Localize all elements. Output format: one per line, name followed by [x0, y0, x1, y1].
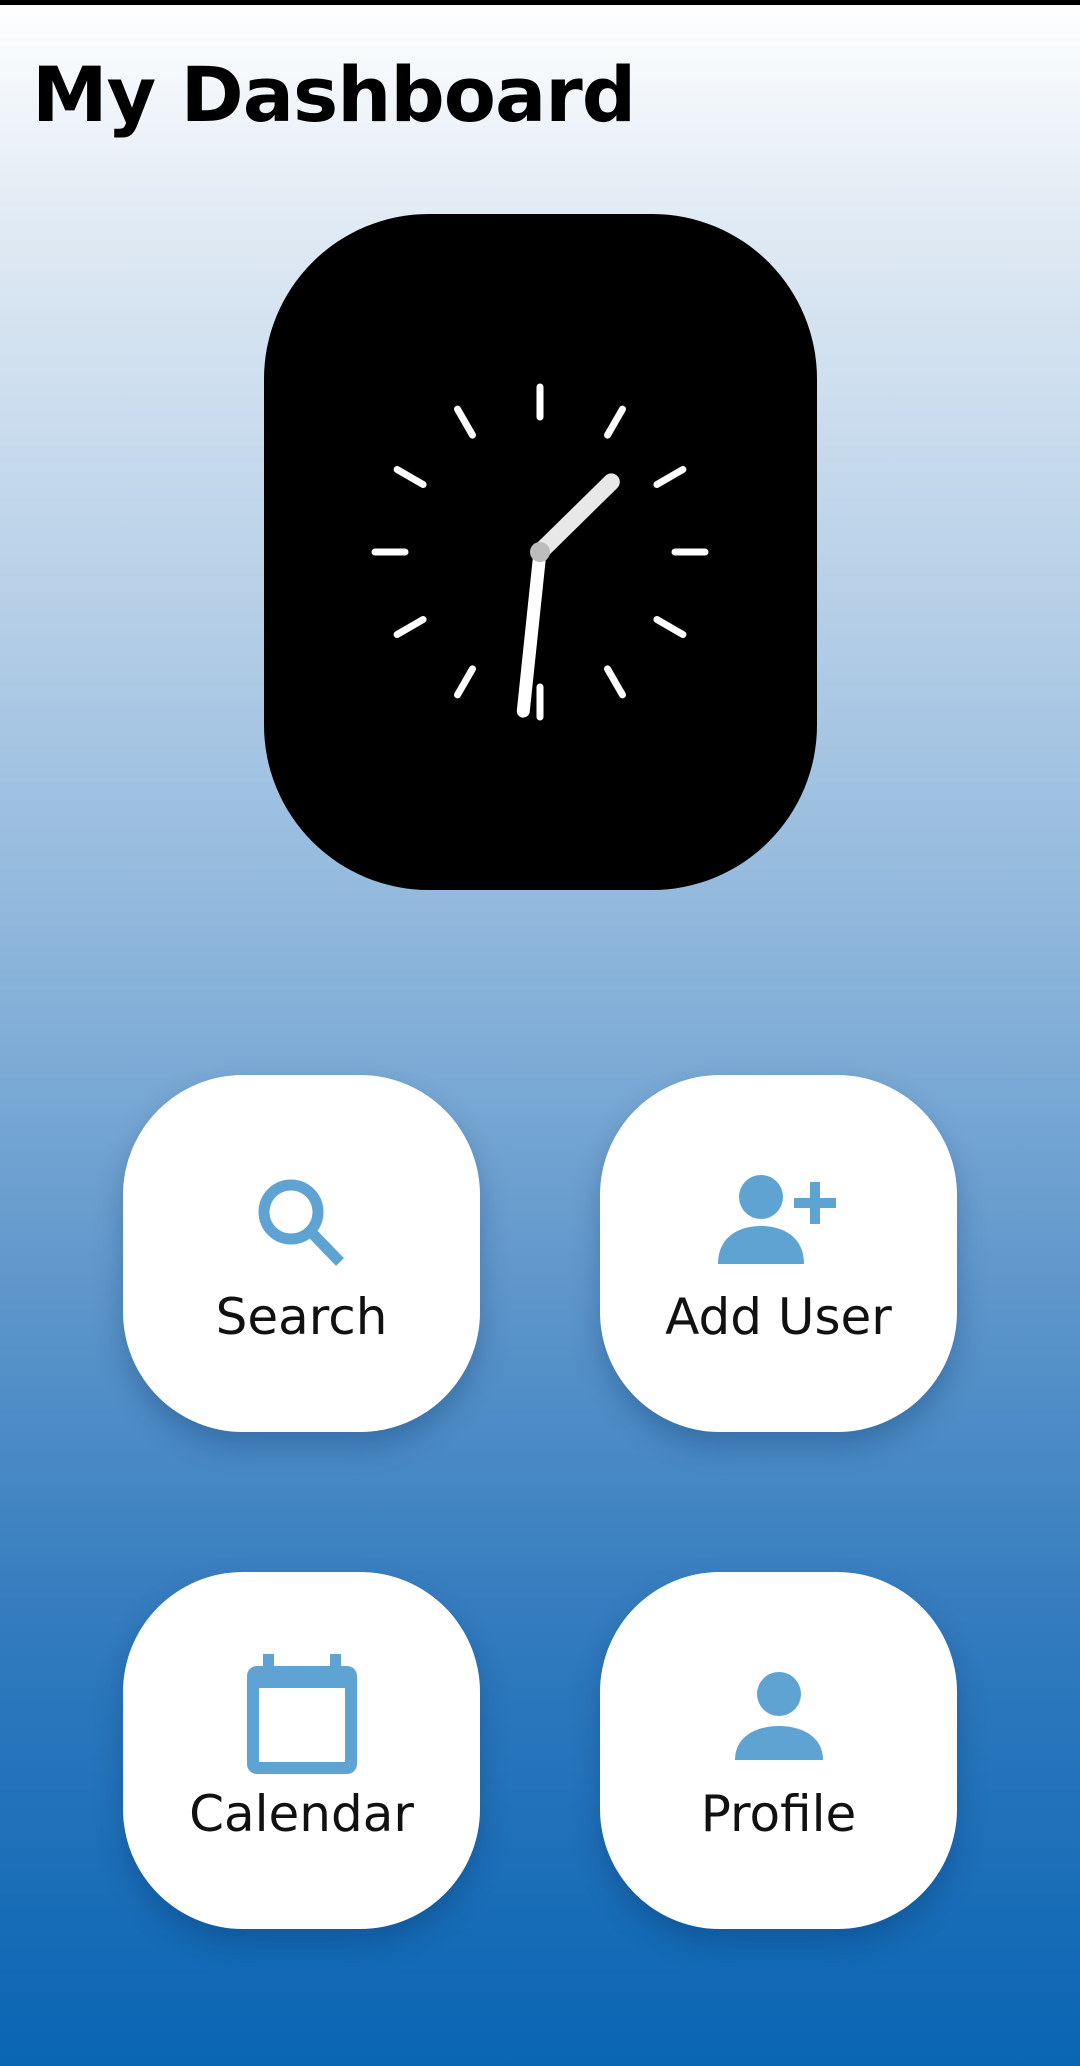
top-status-bar: [0, 0, 1080, 5]
calendar-tile[interactable]: Calendar: [123, 1572, 480, 1929]
clock-tick: [393, 466, 427, 488]
profile-tile-label: Profile: [700, 1785, 857, 1843]
calendar-icon: [123, 1654, 480, 1778]
clock-tick: [604, 665, 626, 699]
profile-icon: [600, 1672, 957, 1764]
search-tile-label: Search: [215, 1288, 388, 1346]
clock-hour-hand: [531, 473, 620, 561]
search-tile[interactable]: Search: [123, 1075, 480, 1432]
profile-tile[interactable]: Profile: [600, 1572, 957, 1929]
clock-tick: [604, 405, 626, 439]
clock-center-cap: [530, 542, 550, 562]
calendar-tile-label: Calendar: [189, 1785, 414, 1843]
clock-tick: [653, 466, 687, 488]
clock-widget[interactable]: [264, 214, 817, 890]
clock-tick: [454, 405, 476, 439]
add-user-tile-label: Add User: [665, 1288, 892, 1346]
clock-tick: [454, 665, 476, 699]
clock-tick: [393, 616, 427, 638]
clock-face: [371, 383, 709, 721]
add-user-tile[interactable]: Add User: [600, 1075, 957, 1432]
clock-tick: [653, 616, 687, 638]
add-user-icon: [600, 1170, 957, 1270]
search-icon: [123, 1170, 480, 1280]
page-title: My Dashboard: [32, 50, 636, 139]
